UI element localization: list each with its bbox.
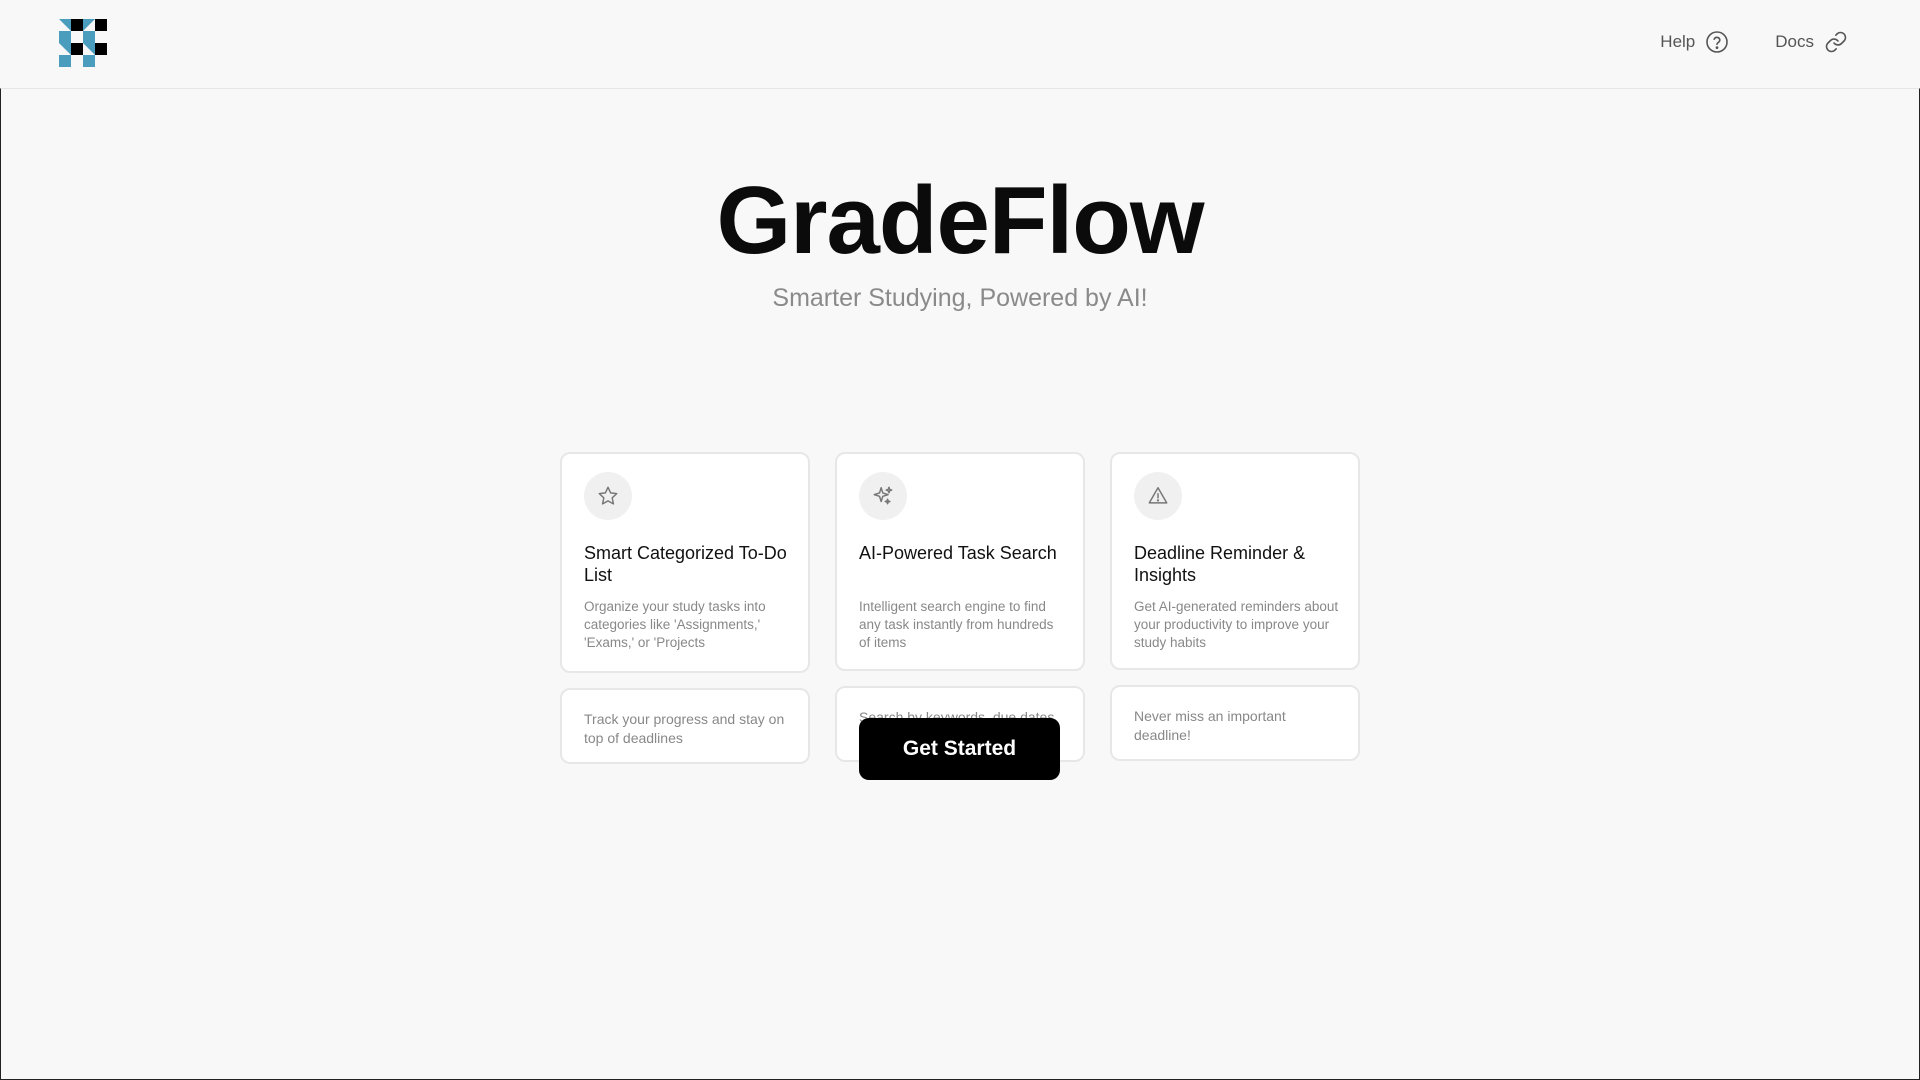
feature-cards: Smart Categorized To-Do List Organize yo… xyxy=(560,363,1360,764)
feature-description: Intelligent search engine to find any ta… xyxy=(859,599,1054,650)
gradeflow-logo-icon[interactable] xyxy=(59,19,107,67)
docs-link-label: Docs xyxy=(1775,32,1814,51)
page-title: GradeFlow xyxy=(716,167,1204,274)
feature-note-text: Never miss an important deadline! xyxy=(1134,708,1286,743)
feature-note-reminder: Never miss an important deadline! xyxy=(1110,685,1360,761)
feature-card-todo: Smart Categorized To-Do List Organize yo… xyxy=(560,452,810,673)
help-link[interactable]: Help xyxy=(1660,30,1729,54)
top-header: Help Docs xyxy=(0,0,1920,88)
feature-card-reminder: Deadline Reminder & Insights Get AI-gene… xyxy=(1110,452,1360,670)
feature-title: Smart Categorized To-Do List xyxy=(584,543,787,585)
warning-triangle-icon xyxy=(1148,487,1168,504)
page-subtitle: Smarter Studying, Powered by AI! xyxy=(772,284,1148,312)
feature-description: Get AI-generated reminders about your pr… xyxy=(1134,599,1339,650)
star-icon xyxy=(598,486,618,505)
feature-title: Deadline Reminder & Insights xyxy=(1134,543,1306,585)
landing-page: Help Docs GradeFlow Smarter Studying, Po… xyxy=(0,0,1920,1080)
help-link-label: Help xyxy=(1660,32,1696,51)
top-nav: Help Docs xyxy=(1660,30,1848,54)
sparkles-icon xyxy=(873,486,893,505)
feature-description: Organize your study tasks into categorie… xyxy=(584,599,766,650)
question-circle-icon xyxy=(1706,31,1729,53)
feature-note-todo: Track your progress and stay on top of d… xyxy=(560,688,810,764)
get-started-button[interactable]: Get Started xyxy=(859,718,1060,780)
feature-icon-badge xyxy=(584,472,632,520)
feature-icon-badge xyxy=(1134,472,1182,520)
link-icon xyxy=(1825,31,1847,53)
feature-card-search: AI-Powered Task Search Intelligent searc… xyxy=(835,452,1085,671)
feature-icon-badge xyxy=(859,472,907,520)
docs-link[interactable]: Docs xyxy=(1775,30,1848,54)
feature-title: AI-Powered Task Search xyxy=(859,543,1057,563)
feature-note-text: Track your progress and stay on top of d… xyxy=(584,711,785,746)
